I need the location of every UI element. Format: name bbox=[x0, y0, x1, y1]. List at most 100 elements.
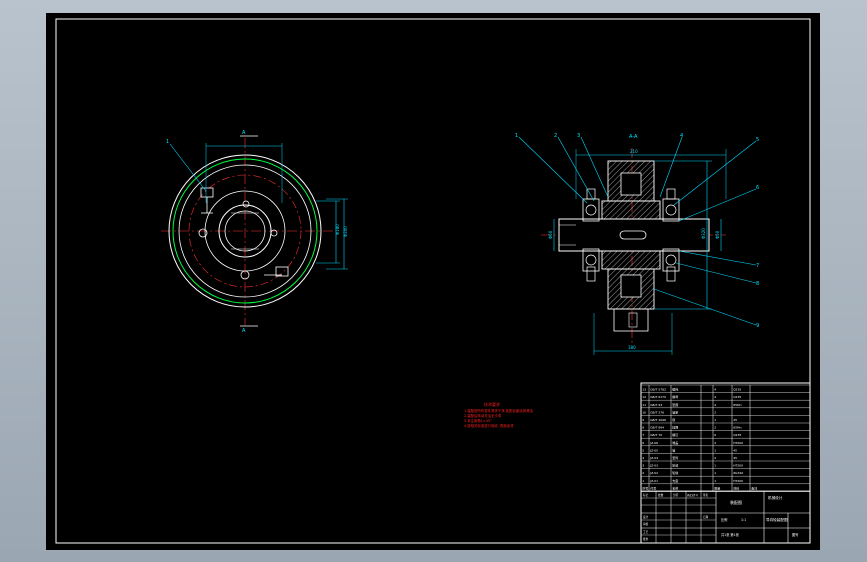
bom-cell-name: 键 bbox=[672, 417, 675, 422]
bom-cell-code: GB/T 6170 bbox=[650, 395, 666, 399]
bom-cell-code: GB/T 93 bbox=[650, 403, 662, 407]
bom-cell-code: JZ-03 bbox=[649, 464, 658, 468]
notes-line-1: 1.装配前所有零件清洗干净,各配合面涂润滑油 bbox=[464, 408, 533, 413]
section-label: A-A bbox=[629, 134, 638, 140]
bom-cell-code: GB/T 5782 bbox=[650, 388, 666, 392]
bom-cell-name: 垫圈 bbox=[672, 402, 678, 407]
bom-cell-qty: 1 bbox=[714, 471, 716, 475]
drawing-border bbox=[55, 18, 811, 544]
bom-cell-material: Q235 bbox=[733, 395, 741, 399]
callout-2: 2 bbox=[554, 133, 557, 139]
callout-5: 5 bbox=[756, 137, 759, 143]
tb-label-change: 更改文件号 bbox=[687, 493, 699, 497]
bom-cell-no: 7 bbox=[642, 433, 644, 437]
hole-left bbox=[198, 228, 208, 238]
bom-cell-code: GB/T 276 bbox=[650, 410, 664, 414]
bom-cell-no: 5 bbox=[642, 448, 644, 452]
bom-cell-no: 12 bbox=[642, 395, 646, 399]
dim-section-left: Φ60 bbox=[548, 230, 553, 239]
section-view: A-A 210 180 Φ60 Φ320 Φ50 1 2 3 4 5 6 7 8… bbox=[515, 133, 759, 355]
callout-7: 7 bbox=[756, 263, 759, 269]
tb-label-approve: 批准 bbox=[643, 537, 649, 541]
bom-cell-qty: 2 bbox=[714, 456, 716, 460]
callout-8: 8 bbox=[756, 281, 759, 287]
bom-cell-no: 2 bbox=[642, 471, 644, 475]
bom-cell-name: 轮毂 bbox=[672, 463, 678, 468]
dim-front-right: Φ180 bbox=[335, 224, 340, 235]
bom-cell-material: HT200 bbox=[733, 479, 743, 483]
bom-cell-name: 挡圈 bbox=[672, 425, 678, 430]
bom-cell-qty: 4 bbox=[714, 403, 716, 407]
bom-cell-qty: 1 bbox=[714, 418, 716, 422]
tb-scale-value: 1:1 bbox=[741, 518, 746, 522]
front-callout: 1 bbox=[166, 139, 169, 145]
tb-label-date: 日期 bbox=[703, 515, 709, 519]
tb-school: 机械设计 bbox=[768, 495, 783, 500]
title-block-area: 13 GB/T 5782 螺栓 4 Q23512 GB/T 6170 螺母 4 Q23511 GB… bbox=[640, 382, 811, 544]
bom-cell-material: 45 bbox=[733, 456, 737, 460]
bom-cell-qty: 2 bbox=[714, 441, 716, 445]
tb-label-mark: 标记 bbox=[643, 493, 649, 497]
bom-cell-name: 螺母 bbox=[672, 394, 678, 399]
bom-cell-qty: 4 bbox=[714, 395, 716, 399]
bom-cell-no: 8 bbox=[642, 426, 644, 430]
hole-top bbox=[242, 200, 250, 208]
bom-cell-qty: 2 bbox=[714, 410, 716, 414]
callout-6: 6 bbox=[756, 185, 759, 191]
base-flange bbox=[613, 308, 649, 332]
tb-label-design: 设计 bbox=[643, 515, 649, 519]
tb-label-count: 处数 bbox=[658, 493, 664, 497]
bom-cell-code: JZ-02 bbox=[649, 471, 658, 475]
dim-front-height: Φ300 bbox=[343, 226, 348, 237]
notes-title: 技术要求 bbox=[484, 401, 500, 407]
callout-4: 4 bbox=[680, 133, 683, 139]
technical-notes: 技术要求 1.装配前所有零件清洗干净,各配合面涂润滑油 2.装配后转动灵活无卡滞… bbox=[464, 401, 533, 428]
bom-cell-material: HT200 bbox=[733, 464, 743, 468]
bearing-left-bottom bbox=[582, 248, 600, 272]
bom-cell-material: 65Mn bbox=[733, 426, 741, 430]
bom-cell-no: 3 bbox=[642, 464, 644, 468]
bom-cell-qty: 4 bbox=[714, 388, 716, 392]
drawing-viewport[interactable]: Φ180 Φ300 1 A A A-A 210 180 Φ60 Φ320 Φ50… bbox=[46, 13, 820, 550]
tb-project: 导向轮装配图 bbox=[766, 517, 788, 522]
bearing-right-top bbox=[662, 198, 680, 222]
bom-header-no: 序号 bbox=[642, 485, 648, 490]
bom-cell-code: JZ-04 bbox=[649, 456, 658, 460]
bom-cell-material: ZG310 bbox=[733, 471, 743, 475]
bolt-right bbox=[666, 266, 676, 282]
bom-cell-code: JZ-01 bbox=[649, 479, 658, 483]
bom-header-name: 名称 bbox=[672, 485, 678, 490]
shaft bbox=[558, 218, 710, 252]
bom-cell-material: 65Mn bbox=[733, 403, 741, 407]
bom-cell-qty: 1 bbox=[714, 448, 716, 452]
bom-cell-no: 10 bbox=[642, 410, 646, 414]
bom-cell-no: 1 bbox=[642, 479, 644, 483]
bom-cell-material: Q235 bbox=[733, 433, 741, 437]
bom-cell-material: 45 bbox=[733, 418, 737, 422]
bom-table: 13 GB/T 5782 螺栓 4 Q23512 GB/T 6170 螺母 4 Q23511 GB… bbox=[640, 384, 811, 492]
bom-cell-material: 45 bbox=[733, 448, 737, 452]
bom-cell-name: 轴承 bbox=[672, 409, 678, 414]
bom-header-material: 材料 bbox=[733, 485, 739, 490]
tb-label-review: 审核 bbox=[643, 522, 649, 526]
bom-cell-code: GB/T 894 bbox=[650, 426, 664, 430]
bom-cell-code: GB/T 70 bbox=[650, 433, 662, 437]
bom-cell-material: HT200 bbox=[733, 441, 743, 445]
bom-cell-qty: 1 bbox=[714, 464, 716, 468]
tb-scale-label: 比例 bbox=[721, 517, 727, 522]
bom-cell-name: 轴 bbox=[672, 447, 675, 452]
bom-cell-qty: 6 bbox=[714, 433, 716, 437]
notes-line-3: 3.未注倒角1×45° bbox=[464, 418, 492, 423]
front-label-bottom: A bbox=[242, 328, 246, 334]
tb-label-sign: 签名 bbox=[703, 493, 709, 497]
title-block: 装配图 机械设计 导向轮装配图 比例 1:1 共1张 第1张 图号 标记 处数 … bbox=[641, 490, 810, 543]
bom-cell-material: Q235 bbox=[733, 388, 741, 392]
bom-header-note: 备注 bbox=[751, 485, 757, 490]
bom-cell-name: 螺钉 bbox=[672, 432, 678, 437]
bearing-right-bottom bbox=[662, 248, 680, 272]
tb-drawing-no: 图号 bbox=[792, 532, 798, 537]
bolt-left bbox=[586, 266, 596, 282]
bom-cell-name: 螺栓 bbox=[672, 387, 678, 392]
bom-cell-no: 4 bbox=[642, 456, 644, 460]
bom-cell-code: GB/T 1096 bbox=[650, 418, 666, 422]
